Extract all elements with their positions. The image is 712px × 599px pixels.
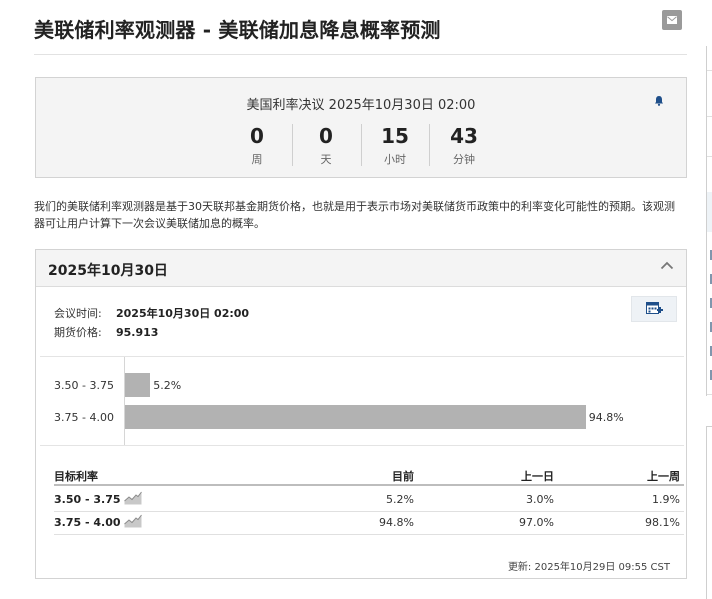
meeting-date-title: 2025年10月30日 <box>48 263 168 279</box>
probability-chart: 3.50 - 3.75 5.2% 3.75 - 4.00 94.8% <box>40 356 684 446</box>
sparkline-icon[interactable] <box>124 491 142 505</box>
side-panel-clipped-2 <box>706 426 712 599</box>
probability-table-header: 目标利率 目前 上一日 上一周 <box>54 468 684 486</box>
last-updated: 更新: 2025年10月29日 09:55 CST <box>507 562 670 573</box>
countdown-days: 0 天 <box>319 124 333 166</box>
intro-text: 我们的美联储利率观测器是基于30天联邦基金期货价格，也就是用于表示市场对美联储货… <box>34 200 675 230</box>
meeting-time-row: 会议时间: 2025年10月30日 02:00 <box>54 305 249 321</box>
calendar-add-icon <box>645 302 663 314</box>
row-previous-week: 98.1% <box>645 516 680 529</box>
countdown-minutes: 43 分钟 <box>450 124 478 166</box>
header-previous-day: 上一日 <box>521 470 554 483</box>
countdown-hours: 15 小时 <box>381 124 409 166</box>
bar-3-50-3-75 <box>125 373 151 397</box>
table-row: 3.75 - 4.00 94.8% 97.0% 98.1% <box>54 511 684 535</box>
chevron-up-icon[interactable] <box>660 261 674 270</box>
meeting-time-label: 会议时间: <box>54 307 102 320</box>
countdown-weeks: 0 周 <box>250 124 264 166</box>
sparkline-icon[interactable] <box>124 514 142 528</box>
mail-icon <box>667 16 677 24</box>
bar-value-label: 5.2% <box>153 379 182 392</box>
row-previous-day: 97.0% <box>519 516 554 529</box>
row-target-rate: 3.75 - 4.00 <box>54 516 121 529</box>
futures-price-label: 期货价格: <box>54 326 102 339</box>
row-target-rate: 3.50 - 3.75 <box>54 493 121 506</box>
page-title: 美联储利率观测器 - 美联储加息降息概率预测 <box>34 18 441 42</box>
header-current: 目前 <box>392 470 414 483</box>
mail-button[interactable] <box>662 10 682 30</box>
chart-axis <box>124 357 125 445</box>
row-previous-day: 3.0% <box>526 493 554 506</box>
meeting-countdown: 美国利率决议 2025年10月30日 02:00 0 周 0 天 15 小时 4… <box>35 77 687 178</box>
meeting-time-value: 2025年10月30日 02:00 <box>116 307 250 320</box>
countdown-title: 美国利率决议 2025年10月30日 02:00 <box>246 98 476 113</box>
bar-value-label: 94.8% <box>588 411 624 424</box>
futures-price-row: 期货价格: 95.913 <box>54 324 158 340</box>
header-target-rate: 目标利率 <box>54 470 98 483</box>
meeting-panel: 2025年10月30日 会议时间: 2025年10月30日 02:00 期货价格:… <box>35 249 687 579</box>
row-current: 94.8% <box>379 516 414 529</box>
side-panel-clipped <box>706 46 712 396</box>
header-previous-week: 上一周 <box>647 470 680 483</box>
row-previous-week: 1.9% <box>652 493 680 506</box>
title-divider <box>34 54 687 55</box>
add-to-calendar-button[interactable] <box>631 296 677 322</box>
bell-icon[interactable] <box>654 95 664 106</box>
bar-3-75-4-00 <box>125 405 586 429</box>
futures-price-value: 95.913 <box>116 326 159 339</box>
row-current: 5.2% <box>386 493 414 506</box>
bar-label: 3.50 - 3.75 <box>54 379 114 392</box>
table-row: 3.50 - 3.75 5.2% 3.0% 1.9% <box>54 488 684 512</box>
meeting-panel-header[interactable]: 2025年10月30日 <box>36 250 686 287</box>
bar-label: 3.75 - 4.00 <box>54 411 114 424</box>
